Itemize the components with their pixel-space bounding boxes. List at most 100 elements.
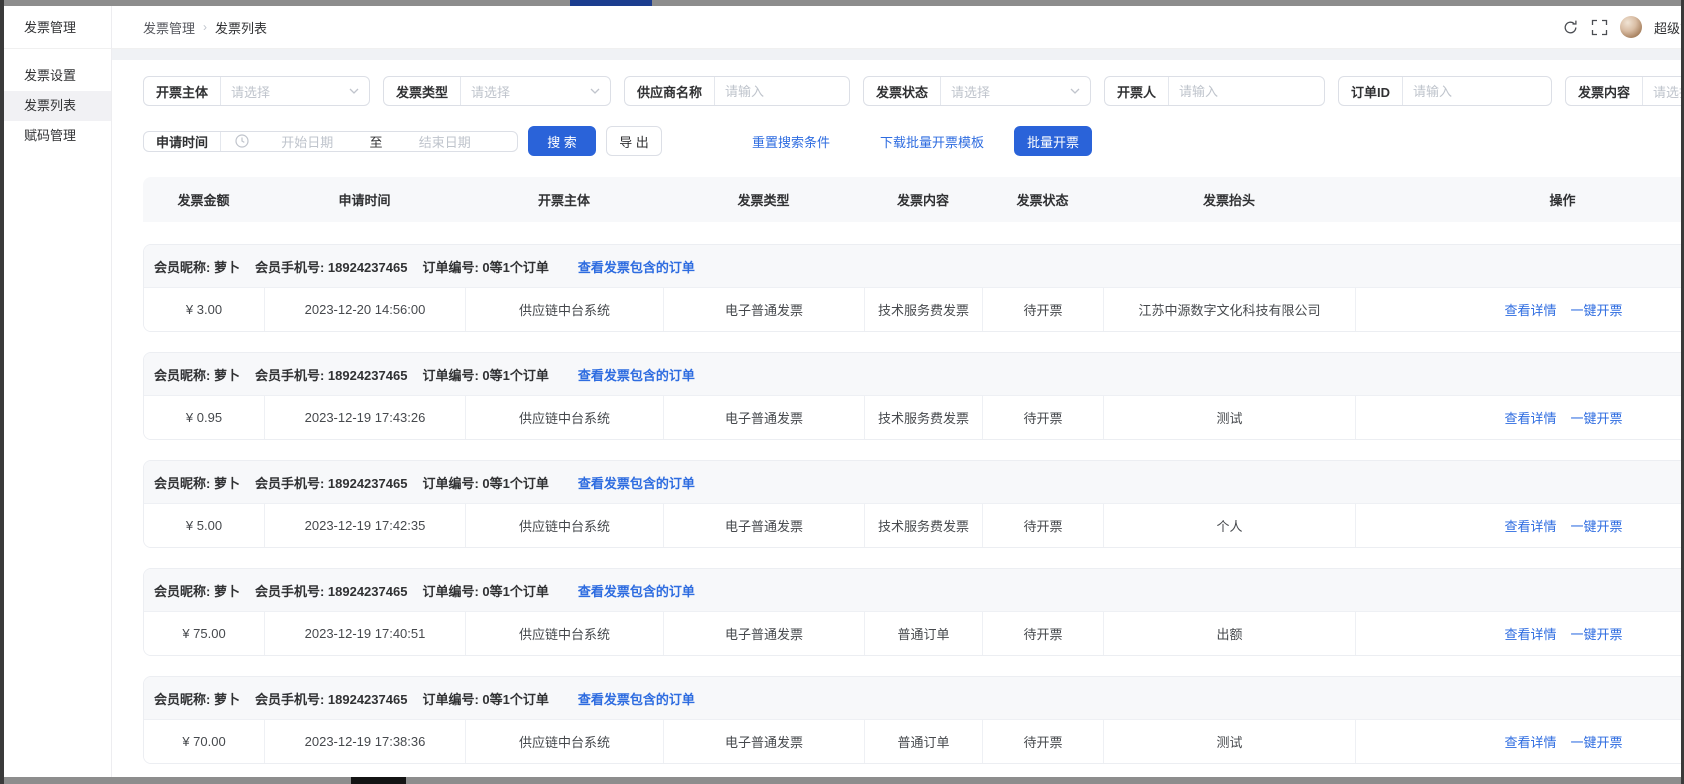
window-frame-left xyxy=(0,0,4,784)
member-phone: 会员手机号: 18924237465 xyxy=(255,689,407,708)
content-area: 开票主体 请选择 发票类型 请选择 供应商名称 发票状态 xyxy=(112,60,1681,777)
horizontal-scrollbar-thumb[interactable] xyxy=(351,777,406,784)
invoice-group-header: 会员昵称: 萝卜 会员手机号: 18924237465 订单编号: 0等1个订单… xyxy=(144,677,1681,719)
cell-type: 电子普通发票 xyxy=(664,720,865,763)
app-window: 发票管理 发票设置 发票列表 赋码管理 发票管理 › 发票列表 xyxy=(0,0,1684,784)
order-number: 订单编号: 0等1个订单 xyxy=(422,689,548,708)
filter-invoice-type[interactable]: 发票类型 请选择 xyxy=(383,76,611,106)
one-click-invoice-link[interactable]: 一键开票 xyxy=(1571,408,1623,427)
sidebar-item-invoice-list[interactable]: 发票列表 xyxy=(4,91,111,121)
refresh-icon[interactable] xyxy=(1562,19,1579,36)
member-nickname: 会员昵称: 萝卜 xyxy=(154,365,240,384)
view-included-orders-link[interactable]: 查看发票包含的订单 xyxy=(578,365,695,384)
view-included-orders-link[interactable]: 查看发票包含的订单 xyxy=(578,257,695,276)
cell-content: 技术服务费发票 xyxy=(865,288,983,331)
filter-label: 发票类型 xyxy=(384,77,461,105)
order-id-input[interactable] xyxy=(1413,84,1541,99)
select-placeholder: 请选择 xyxy=(231,82,270,101)
clock-icon xyxy=(235,134,249,148)
cell-amount: ¥ 70.00 xyxy=(144,720,265,763)
select-placeholder: 请选择 xyxy=(1653,82,1681,101)
top-frame-accent xyxy=(570,0,652,6)
one-click-invoice-link[interactable]: 一键开票 xyxy=(1571,624,1623,643)
cell-subject: 供应链中台系统 xyxy=(466,396,664,439)
member-nickname: 会员昵称: 萝卜 xyxy=(154,581,240,600)
supplier-name-input[interactable] xyxy=(725,84,839,99)
view-detail-link[interactable]: 查看详情 xyxy=(1504,624,1556,643)
cell-amount: ¥ 3.00 xyxy=(144,288,265,331)
breadcrumb-current: 发票列表 xyxy=(215,18,267,37)
filter-apply-time[interactable]: 申请时间 开始日期 至 结束日期 xyxy=(143,131,518,152)
filter-supplier-name[interactable]: 供应商名称 xyxy=(624,76,850,106)
window-frame-bottom xyxy=(0,777,1684,784)
cell-time: 2023-12-19 17:43:26 xyxy=(265,396,466,439)
select-placeholder: 请选择 xyxy=(951,82,990,101)
cell-content: 技术服务费发票 xyxy=(865,504,983,547)
filter-invoice-subject[interactable]: 开票主体 请选择 xyxy=(143,76,370,106)
export-button[interactable]: 导 出 xyxy=(606,126,662,156)
cell-status: 待开票 xyxy=(983,288,1104,331)
filter-invoice-issuer[interactable]: 开票人 xyxy=(1104,76,1325,106)
end-date-field[interactable]: 结束日期 xyxy=(387,132,503,151)
view-included-orders-link[interactable]: 查看发票包含的订单 xyxy=(578,689,695,708)
filter-label: 开票主体 xyxy=(144,77,221,105)
invoice-group: 会员昵称: 萝卜 会员手机号: 18924237465 订单编号: 0等1个订单… xyxy=(143,352,1681,440)
search-button[interactable]: 搜 索 xyxy=(528,126,596,156)
filter-label: 供应商名称 xyxy=(625,77,715,105)
member-nickname: 会员昵称: 萝卜 xyxy=(154,473,240,492)
filter-label: 发票状态 xyxy=(864,77,941,105)
sidebar-item-invoice-settings[interactable]: 发票设置 xyxy=(4,61,111,91)
issuer-input[interactable] xyxy=(1179,84,1314,99)
cell-time: 2023-12-19 17:42:35 xyxy=(265,504,466,547)
view-detail-link[interactable]: 查看详情 xyxy=(1504,516,1556,535)
breadcrumb-parent[interactable]: 发票管理 xyxy=(143,18,195,37)
order-number: 订单编号: 0等1个订单 xyxy=(422,581,548,600)
breadcrumb: 发票管理 › 发票列表 xyxy=(143,18,267,37)
invoice-group: 会员昵称: 萝卜 会员手机号: 18924237465 订单编号: 0等1个订单… xyxy=(143,568,1681,656)
filter-invoice-status[interactable]: 发票状态 请选择 xyxy=(863,76,1091,106)
view-included-orders-link[interactable]: 查看发票包含的订单 xyxy=(578,473,695,492)
user-avatar[interactable] xyxy=(1620,16,1642,38)
invoice-group: 会员昵称: 萝卜 会员手机号: 18924237465 订单编号: 0等1个订单… xyxy=(143,460,1681,548)
cell-time: 2023-12-19 17:38:36 xyxy=(265,720,466,763)
cell-time: 2023-12-20 14:56:00 xyxy=(265,288,466,331)
sidebar-item-code-management[interactable]: 赋码管理 xyxy=(4,121,111,151)
cell-type: 电子普通发票 xyxy=(664,288,865,331)
order-number: 订单编号: 0等1个订单 xyxy=(422,365,548,384)
date-range-separator: 至 xyxy=(366,132,387,151)
one-click-invoice-link[interactable]: 一键开票 xyxy=(1571,732,1623,751)
invoice-group: 会员昵称: 萝卜 会员手机号: 18924237465 订单编号: 0等1个订单… xyxy=(143,676,1681,764)
fullscreen-icon[interactable] xyxy=(1591,19,1608,36)
member-phone: 会员手机号: 18924237465 xyxy=(255,581,407,600)
select-placeholder: 请选择 xyxy=(471,82,510,101)
view-detail-link[interactable]: 查看详情 xyxy=(1504,300,1556,319)
filter-label: 开票人 xyxy=(1105,77,1169,105)
sidebar-title: 发票管理 xyxy=(4,6,111,49)
column-invoice-title: 发票抬头 xyxy=(1103,190,1355,209)
page-divider xyxy=(112,49,1681,60)
cell-subject: 供应链中台系统 xyxy=(466,612,664,655)
download-batch-template-link[interactable]: 下载批量开票模板 xyxy=(880,132,984,151)
cell-content: 技术服务费发票 xyxy=(865,396,983,439)
start-date-field[interactable]: 开始日期 xyxy=(249,132,365,151)
cell-type: 电子普通发票 xyxy=(664,396,865,439)
invoice-group-header: 会员昵称: 萝卜 会员手机号: 18924237465 订单编号: 0等1个订单… xyxy=(144,245,1681,287)
invoice-group-header: 会员昵称: 萝卜 会员手机号: 18924237465 订单编号: 0等1个订单… xyxy=(144,569,1681,611)
filter-invoice-content[interactable]: 发票内容 请选择 xyxy=(1565,76,1681,106)
one-click-invoice-link[interactable]: 一键开票 xyxy=(1571,300,1623,319)
order-number: 订单编号: 0等1个订单 xyxy=(422,473,548,492)
view-detail-link[interactable]: 查看详情 xyxy=(1504,732,1556,751)
user-name: 超级管理员 xyxy=(1654,18,1681,37)
cell-content: 普通订单 xyxy=(865,720,983,763)
batch-invoice-button[interactable]: 批量开票 xyxy=(1014,126,1092,156)
one-click-invoice-link[interactable]: 一键开票 xyxy=(1571,516,1623,535)
filter-order-id[interactable]: 订单ID xyxy=(1338,76,1552,106)
column-invoice-status: 发票状态 xyxy=(982,190,1103,209)
cell-status: 待开票 xyxy=(983,720,1104,763)
view-included-orders-link[interactable]: 查看发票包含的订单 xyxy=(578,581,695,600)
invoice-group-header: 会员昵称: 萝卜 会员手机号: 18924237465 订单编号: 0等1个订单… xyxy=(144,461,1681,503)
column-invoice-type: 发票类型 xyxy=(663,190,864,209)
reset-search-link[interactable]: 重置搜索条件 xyxy=(752,132,830,151)
view-detail-link[interactable]: 查看详情 xyxy=(1504,408,1556,427)
cell-time: 2023-12-19 17:40:51 xyxy=(265,612,466,655)
